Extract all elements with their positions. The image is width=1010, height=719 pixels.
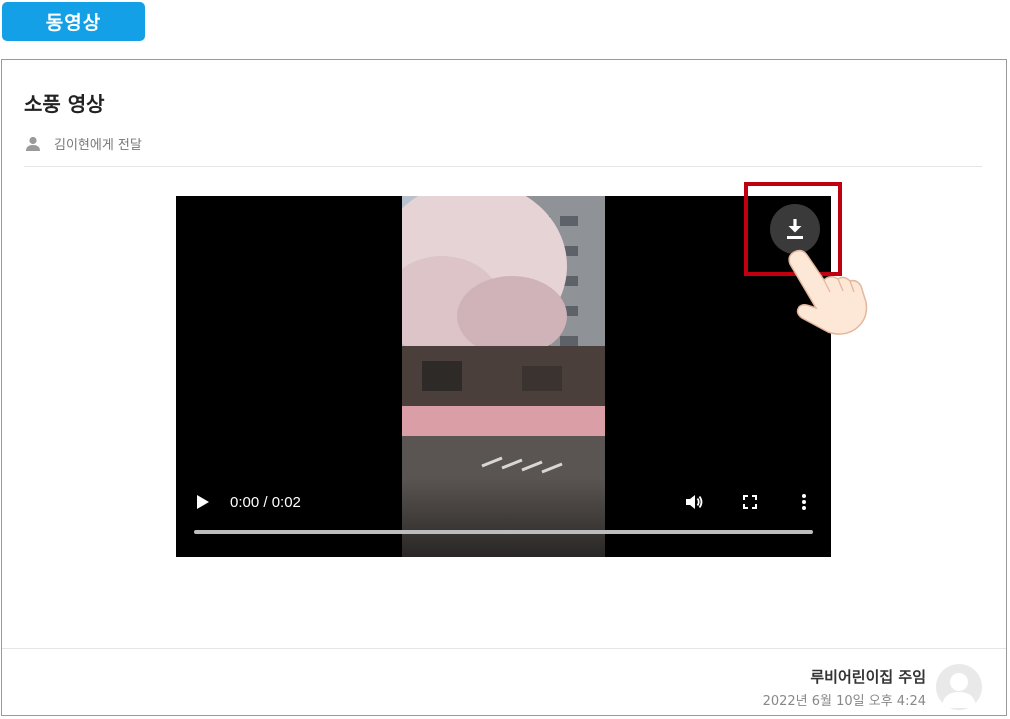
post-date: 2022년 6월 10일 오후 4:24 (762, 694, 926, 709)
play-icon[interactable] (196, 494, 210, 510)
progress-bar[interactable] (194, 530, 813, 534)
volume-icon[interactable] (684, 492, 704, 512)
recipient-label: 김이현에게 전달 (54, 138, 142, 153)
time-display: 0:00 / 0:02 (230, 494, 301, 511)
hand-pointer-icon (788, 249, 868, 335)
section-tag: 동영상 (2, 2, 145, 41)
more-vert-icon[interactable] (794, 492, 814, 512)
footer-divider (2, 648, 1006, 649)
section-tag-label: 동영상 (45, 12, 102, 34)
fullscreen-icon[interactable] (740, 492, 760, 512)
controls-shade (176, 477, 831, 557)
post-card: 소풍 영상 김이현에게 전달 0:00 / 0:02 루비어린이집 주임 202… (1, 59, 1007, 716)
avatar-icon (936, 664, 982, 710)
person-icon (26, 136, 40, 151)
post-title: 소풍 영상 (24, 92, 105, 116)
post-recipient: 김이현에게 전달 (24, 134, 142, 153)
video-player[interactable]: 0:00 / 0:02 (176, 196, 831, 557)
author-name: 루비어린이집 주임 (810, 668, 926, 686)
header-divider (24, 166, 982, 167)
